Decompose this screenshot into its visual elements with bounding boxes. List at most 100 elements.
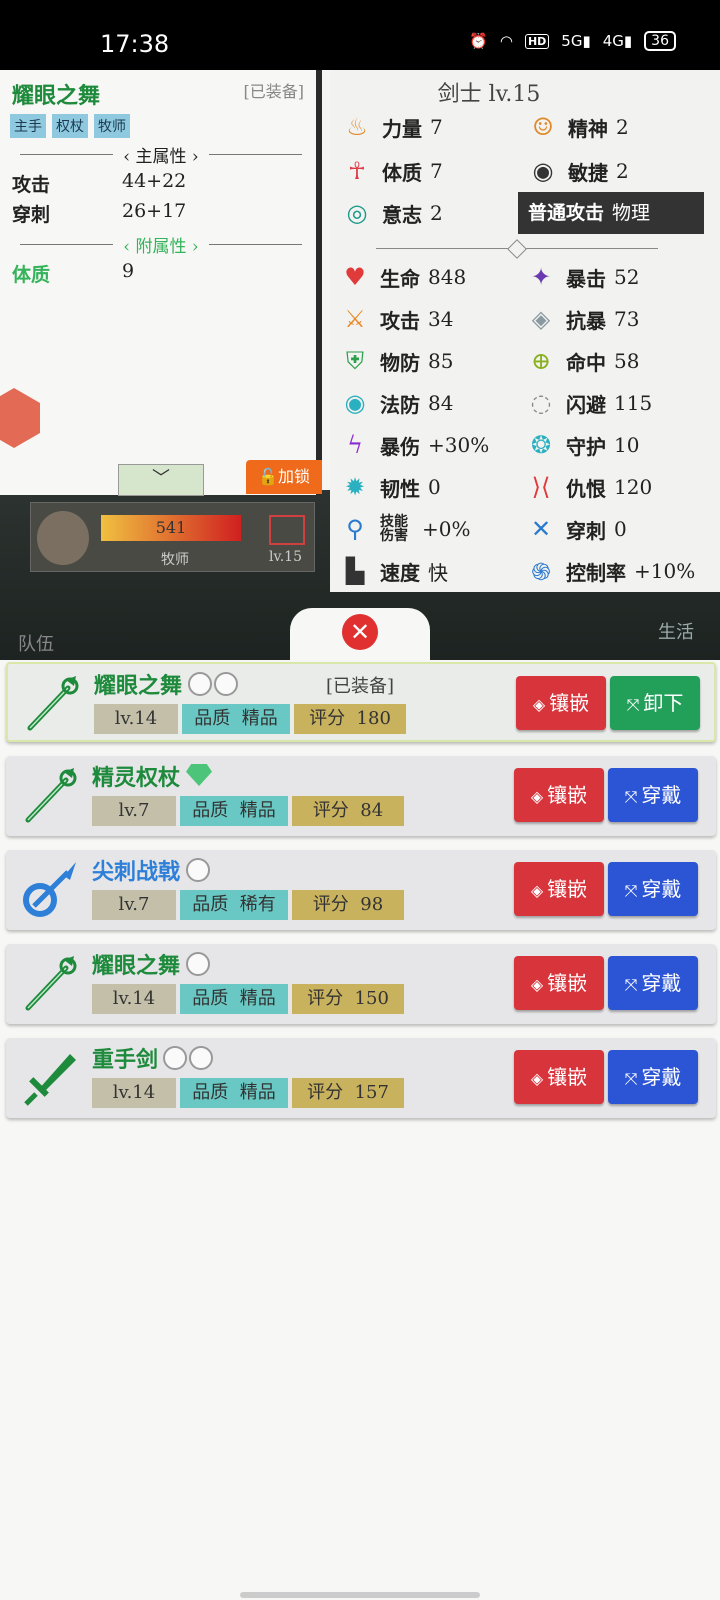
combat-stat-13: ✕ 穿刺 0 <box>524 512 627 546</box>
flame-icon: ♨ <box>346 113 368 141</box>
equipped-label: [已装备] <box>243 82 305 101</box>
stat-value: 52 <box>614 265 640 289</box>
combat-stat-15: ֍ 控制率 +10% <box>524 554 695 588</box>
equipment-row[interactable]: 重手剑 lv.14 品质 精品 评分 157 ◈ 镶嵌 ⤧ 穿戴 <box>6 1038 716 1118</box>
gem-slot-icon <box>189 1046 213 1070</box>
status-icons: ⏰ ◠ HD 5G▮ 4G▮ 36 <box>469 31 676 51</box>
stat-key: 韧性 <box>380 476 420 501</box>
close-button[interactable]: ✕ <box>342 614 378 650</box>
combat-stat-11: ⟩⟨ 仇恨 120 <box>524 470 653 504</box>
base-stat-1: ☺ 精神 2 <box>526 110 629 144</box>
stat-value: 84 <box>428 391 454 415</box>
equip-button[interactable]: ⤧ 穿戴 <box>608 862 698 916</box>
stat-key: 命中 <box>566 350 606 375</box>
signal-5g-icon: 5G▮ <box>561 32 591 50</box>
sub-attr-header-label: 附属性 <box>135 236 187 257</box>
item-level: lv.7 <box>92 890 176 920</box>
weapon-icon <box>22 674 82 734</box>
member-class: 牧师 <box>161 552 189 568</box>
tag-type: 权杖 <box>52 114 88 138</box>
inlay-button[interactable]: ◈ 镶嵌 <box>514 862 604 916</box>
attr-value: 44+22 <box>122 170 187 192</box>
item-name: 重手剑 <box>92 1047 159 1073</box>
sword-icon: ⚔ <box>344 305 366 333</box>
action-label: 卸下 <box>643 691 684 715</box>
equip-button[interactable]: ⤧ 穿戴 <box>608 768 698 822</box>
inlay-button[interactable]: ◈ 镶嵌 <box>516 676 606 730</box>
shield-icon: ⛨ <box>346 347 364 375</box>
stat-key: 力量 <box>382 116 422 141</box>
gem-slot-icon <box>188 672 212 696</box>
equipment-row[interactable]: 尖刺战戟 lv.7 品质 稀有 评分 98 ◈ 镶嵌 ⤧ 穿戴 <box>6 850 716 930</box>
item-chips: lv.7 品质 稀有 评分 98 <box>92 890 404 920</box>
hp-bar: 541 <box>101 515 241 541</box>
action-label: 穿戴 <box>641 1065 682 1089</box>
equip-button[interactable]: ⤧ 穿戴 <box>608 956 698 1010</box>
avatar <box>37 511 89 565</box>
boot-icon: ▙ <box>345 557 365 585</box>
gem-slot-icon <box>186 858 210 882</box>
stat-key: 控制率 <box>566 560 626 585</box>
signal-4g-icon: 4G▮ <box>602 32 633 50</box>
party-member-card[interactable]: 541 牧师 lv.15 <box>30 502 315 572</box>
diamond-icon: ◈ <box>530 1069 544 1088</box>
stat-value: 7 <box>430 115 443 139</box>
character-title: 剑士 lv.15 <box>437 82 541 107</box>
item-chips: lv.7 品质 精品 评分 84 <box>92 796 404 826</box>
equipment-row[interactable]: 耀眼之舞 [已装备] lv.14 品质 精品 评分 180 ◈ 镶嵌 ⤧ 卸下 <box>6 662 716 742</box>
item-quality: 品质 精品 <box>180 984 288 1014</box>
score-value: 157 <box>354 1082 389 1103</box>
inlay-button[interactable]: ◈ 镶嵌 <box>514 956 604 1010</box>
stat-key: 精神 <box>568 116 608 141</box>
attr-value: 9 <box>122 260 135 282</box>
tag-slot: 主手 <box>10 114 46 138</box>
stat-value: +30% <box>428 433 490 457</box>
diamond-icon: ◈ <box>530 787 544 806</box>
equipment-row[interactable]: 精灵权杖 lv.7 品质 精品 评分 84 ◈ 镶嵌 ⤧ 穿戴 <box>6 756 716 836</box>
inlay-label: 镶嵌 <box>547 783 588 807</box>
base-stat-4: ◎ 意志 2 <box>340 196 443 230</box>
score-value: 84 <box>360 800 384 821</box>
stat-key: 闪避 <box>566 392 606 417</box>
action-label: 穿戴 <box>641 971 682 995</box>
item-quality: 品质 精品 <box>182 704 290 734</box>
equipment-name: 耀眼之舞 <box>12 83 101 109</box>
stat-value: 0 <box>428 475 441 499</box>
combat-stat-14: ▙ 速度快 <box>338 554 448 588</box>
gem-slots <box>163 1046 213 1070</box>
inlay-label: 镶嵌 <box>547 971 588 995</box>
quality-label: 品质 <box>192 1082 229 1103</box>
attr-key: 穿刺 <box>12 204 51 226</box>
team-tab[interactable]: 队伍 <box>18 630 54 656</box>
will-icon: ◎ <box>346 199 368 227</box>
expand-button[interactable]: ﹀ <box>118 464 204 496</box>
lock-button[interactable]: 🔓加锁 <box>246 460 322 494</box>
pierce-icon: ✕ <box>530 515 552 543</box>
unequip-button[interactable]: ⤧ 卸下 <box>610 676 700 730</box>
hate-icon: ⟩⟨ <box>531 473 551 501</box>
stat-value: 73 <box>614 307 640 331</box>
equipment-row[interactable]: 耀眼之舞 lv.14 品质 精品 评分 150 ◈ 镶嵌 ⤧ 穿戴 <box>6 944 716 1024</box>
body-icon: ☥ <box>348 157 366 185</box>
guard-icon: ❂ <box>530 431 552 459</box>
inlay-button[interactable]: ◈ 镶嵌 <box>514 1050 604 1104</box>
tag-class: 牧师 <box>94 114 130 138</box>
home-indicator[interactable] <box>240 1592 480 1598</box>
signal-4g-label: 4G <box>602 32 624 50</box>
quality-value: 精品 <box>239 988 276 1009</box>
stat-key: 敏捷 <box>568 160 608 185</box>
life-tab[interactable]: 生活 <box>658 618 694 644</box>
stat-value: 34 <box>428 307 454 331</box>
item-level: lv.14 <box>92 1078 176 1108</box>
inlay-button[interactable]: ◈ 镶嵌 <box>514 768 604 822</box>
stat-value: 快 <box>428 560 448 585</box>
equip-button[interactable]: ⤧ 穿戴 <box>608 1050 698 1104</box>
stat-key: 抗暴 <box>566 308 606 333</box>
attr-key: 攻击 <box>12 174 51 196</box>
lock-icon: 🔓 <box>258 467 278 486</box>
hex-badge-icon <box>0 388 40 448</box>
item-name: 尖刺战戟 <box>92 859 181 885</box>
combat-stat-5: ⊕ 命中 58 <box>524 344 640 378</box>
quality-value: 精品 <box>241 708 278 729</box>
stat-key: 生命 <box>380 266 420 291</box>
